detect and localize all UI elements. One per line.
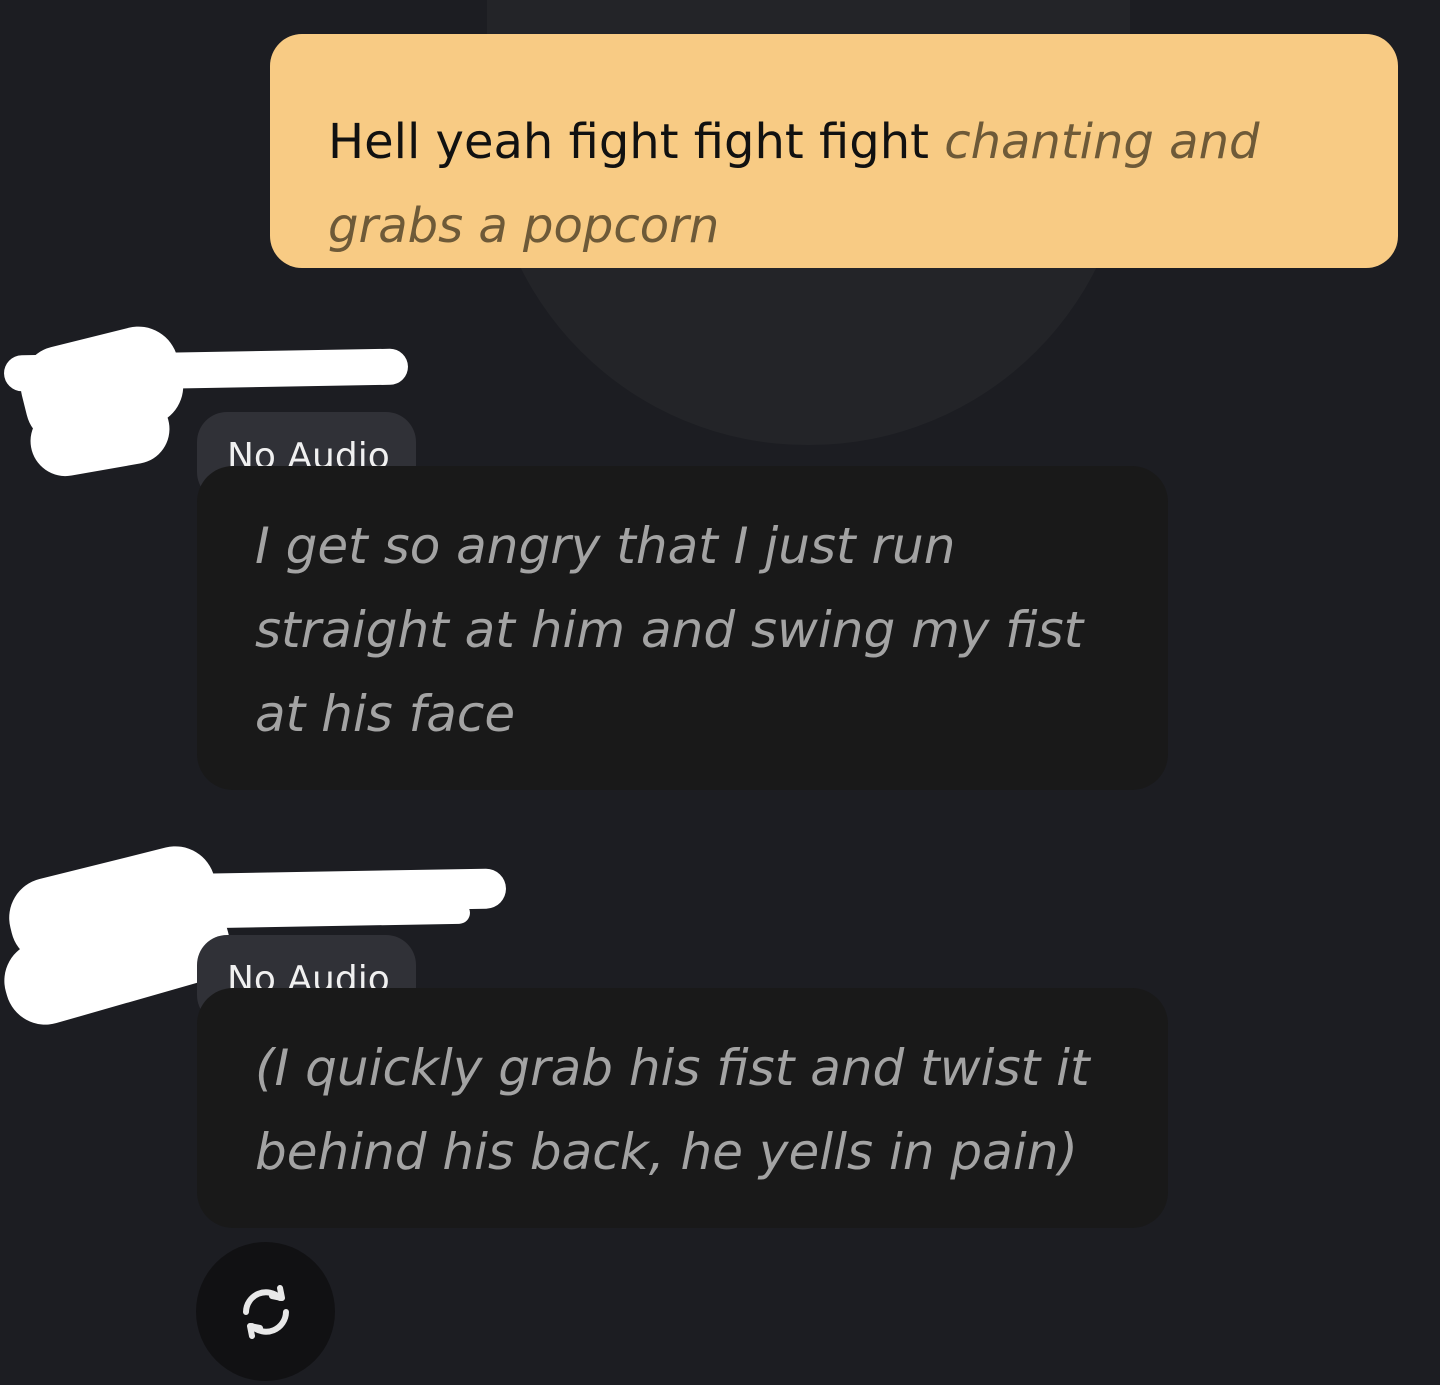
user-message-text: Hell yeah fight fight fight [328, 114, 945, 170]
bot-message-text: I get so angry that I just run straight … [255, 517, 1084, 743]
regenerate-button[interactable] [196, 1242, 335, 1381]
bot-message-bubble: (I quickly grab his fist and twist it be… [197, 988, 1168, 1228]
bot-message-text: (I quickly grab his fist and twist it be… [255, 1039, 1090, 1181]
user-message-bubble: Hell yeah fight fight fight chanting and… [270, 34, 1398, 268]
refresh-icon [242, 1284, 289, 1339]
bot-message-bubble: I get so angry that I just run straight … [197, 466, 1168, 790]
chat-screen: Hell yeah fight fight fight chanting and… [0, 0, 1440, 1385]
